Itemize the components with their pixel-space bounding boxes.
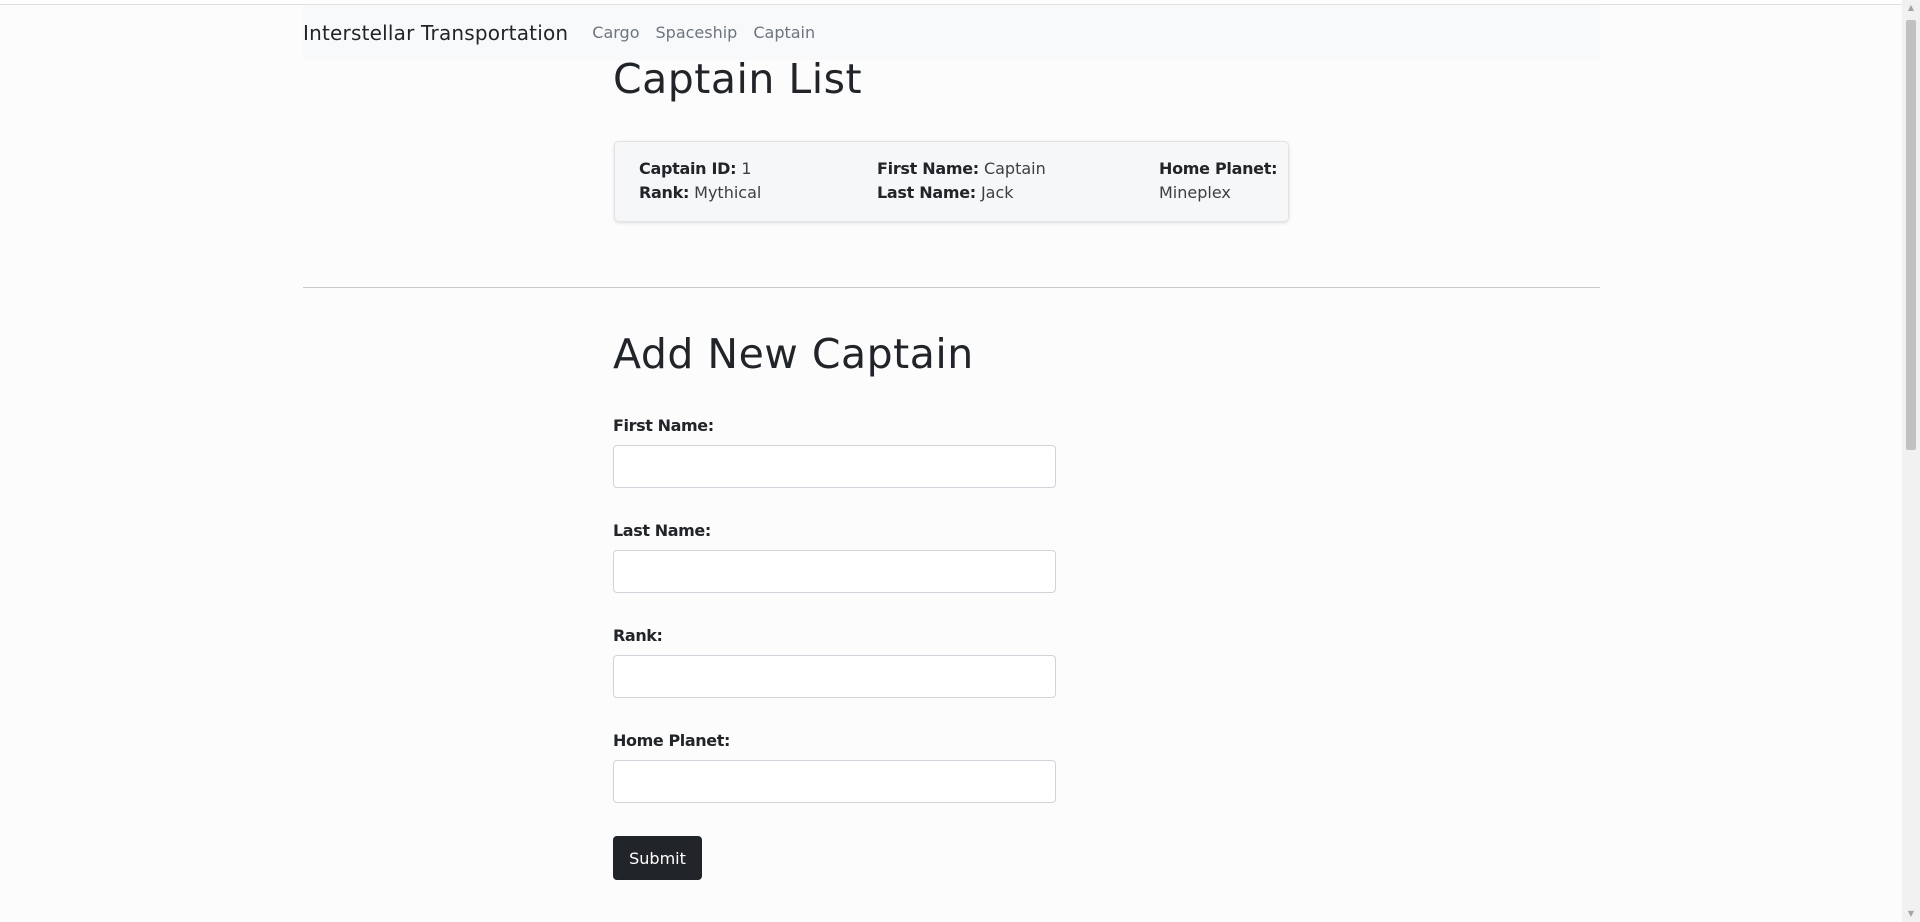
captain-id-label: Captain ID: [639,159,737,178]
captain-rank-row: Rank: Mythical [639,181,761,205]
caret-up-icon[interactable]: ▲ [1902,0,1920,16]
captain-id-value: 1 [741,159,752,178]
nav-link-cargo[interactable]: Cargo [592,23,639,42]
home-planet-input[interactable] [613,760,1056,803]
home-planet-label: Home Planet: [613,731,730,750]
captain-card: Captain ID: 1 Rank: Mythical First Name:… [614,141,1289,222]
captain-card-col-id-rank: Captain ID: 1 Rank: Mythical [639,157,761,205]
captain-last-name-value: Jack [980,183,1014,202]
captain-list-title: Captain List [613,55,863,103]
first-name-input[interactable] [613,445,1056,488]
caret-down-icon[interactable]: ▼ [1902,906,1920,922]
captain-home-planet-label-row: Home Planet: [1159,157,1277,181]
submit-button[interactable]: Submit [613,836,702,880]
last-name-input[interactable] [613,550,1056,593]
captain-home-planet-label: Home Planet: [1159,159,1278,178]
captain-id-row: Captain ID: 1 [639,157,761,181]
scrollbar-thumb[interactable] [1906,20,1916,450]
navbar-brand[interactable]: Interstellar Transportation [303,21,568,45]
captain-rank-value: Mythical [694,183,762,202]
nav-link-spaceship[interactable]: Spaceship [656,23,738,42]
nav-link-captain[interactable]: Captain [753,23,815,42]
add-captain-title: Add New Captain [613,330,974,378]
section-divider [303,287,1600,288]
first-name-label: First Name: [613,416,714,435]
rank-label: Rank: [613,626,663,645]
captain-home-planet-value: Mineplex [1159,183,1231,202]
captain-first-name-value: Captain [983,159,1046,178]
captain-first-name-label: First Name: [877,159,979,178]
captain-last-name-label: Last Name: [877,183,976,202]
captain-first-name-row: First Name: Captain [877,157,1046,181]
rank-input[interactable] [613,655,1056,698]
captain-card-col-names: First Name: Captain Last Name: Jack [877,157,1046,205]
navbar: Interstellar Transportation Cargo Spaces… [303,5,1600,60]
captain-card-col-planet: Home Planet: Mineplex [1159,157,1277,205]
captain-last-name-row: Last Name: Jack [877,181,1046,205]
last-name-label: Last Name: [613,521,711,540]
captain-rank-label: Rank: [639,183,690,202]
captain-home-planet-value-row: Mineplex [1159,181,1277,205]
page-scrollbar[interactable]: ▲ ▼ [1902,0,1920,922]
